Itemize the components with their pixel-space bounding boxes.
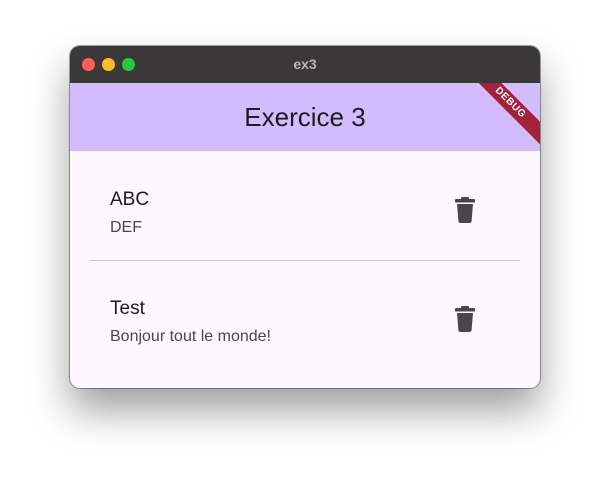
delete-button[interactable]	[452, 195, 478, 225]
list-item: ABC DEF	[70, 151, 540, 260]
window-title: ex3	[293, 56, 317, 72]
trash-icon	[455, 197, 475, 223]
list-item: Test Bonjour tout le monde!	[70, 260, 540, 369]
item-list: ABC DEF Test Bonjour tout le monde!	[70, 151, 540, 369]
app-window: ex3 Exercice 3 DEBUG ABC DEF Test Bonjou…	[70, 46, 540, 388]
page-title: Exercice 3	[244, 102, 366, 132]
delete-button[interactable]	[452, 304, 478, 334]
app-bar: Exercice 3 DEBUG	[70, 83, 540, 151]
list-item-title: ABC	[110, 189, 150, 210]
trash-icon	[455, 306, 475, 332]
list-item-subtitle: DEF	[110, 219, 142, 236]
title-bar[interactable]: ex3	[70, 46, 540, 84]
list-item-title: Test	[110, 298, 145, 319]
list-item-subtitle: Bonjour tout le monde!	[110, 328, 271, 345]
